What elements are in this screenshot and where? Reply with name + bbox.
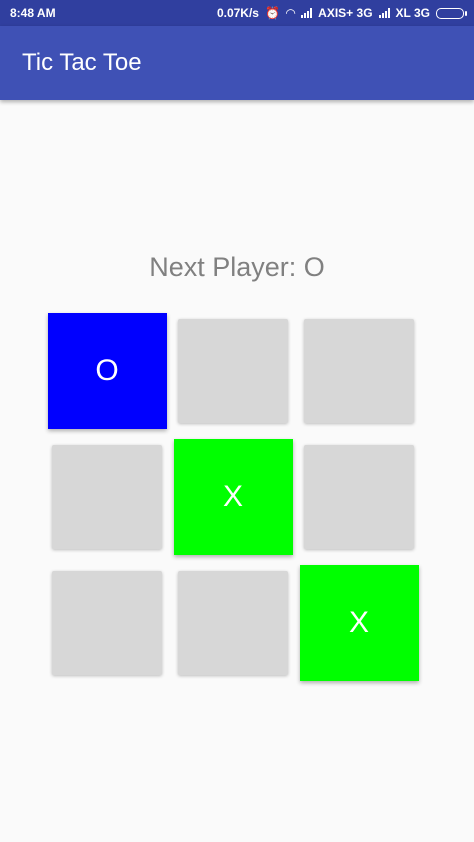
- game-board: O X X: [0, 0, 474, 842]
- board-cell-4[interactable]: [52, 445, 162, 549]
- board-cell-6[interactable]: [304, 445, 414, 549]
- board-cell-2[interactable]: [178, 319, 288, 423]
- board-cell-7[interactable]: [52, 571, 162, 675]
- board-cell-9[interactable]: X: [299, 565, 419, 681]
- board-cell-1[interactable]: O: [47, 313, 167, 429]
- board-cell-8[interactable]: [178, 571, 288, 675]
- board-cell-5[interactable]: X: [173, 439, 293, 555]
- board-cell-3[interactable]: [304, 319, 414, 423]
